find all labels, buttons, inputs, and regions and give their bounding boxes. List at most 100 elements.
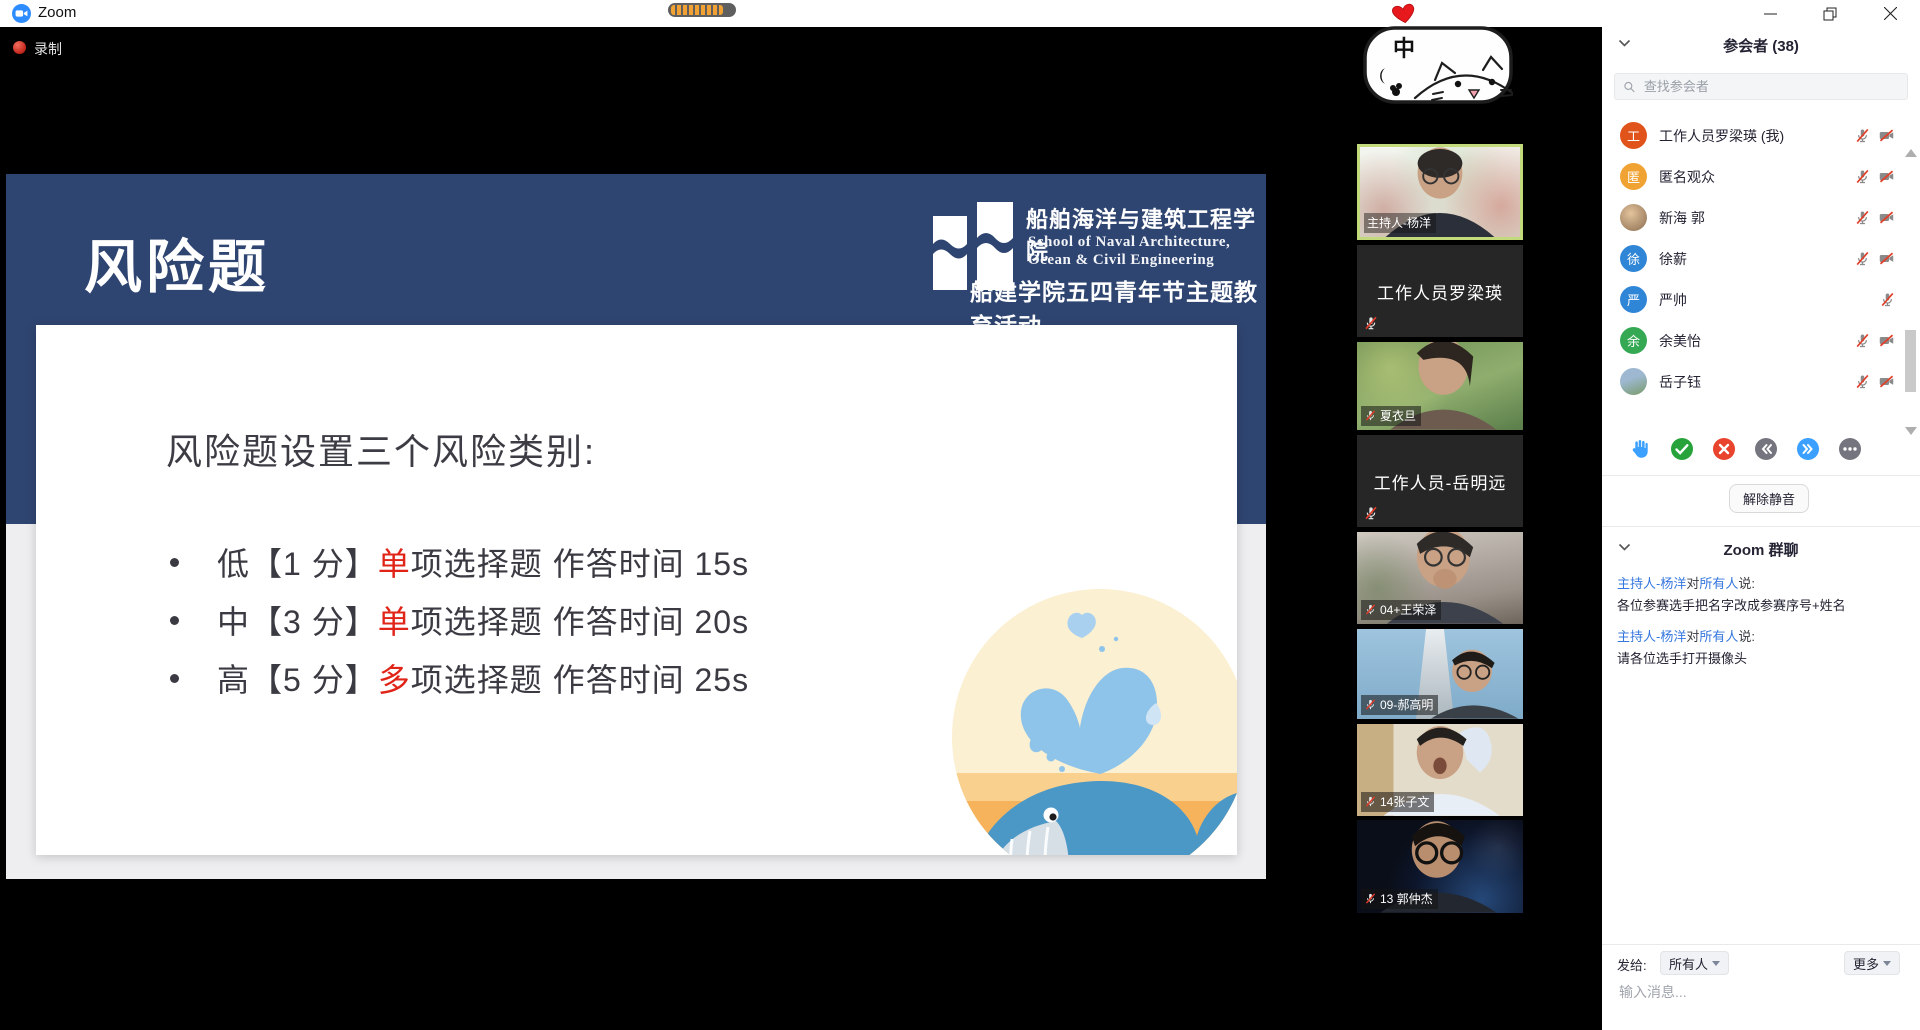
participant-row[interactable]: 新海 郭	[1602, 197, 1902, 238]
search-box[interactable]	[1614, 73, 1908, 100]
send-to-select[interactable]: 所有人	[1660, 951, 1729, 975]
minimize-button[interactable]	[1745, 0, 1795, 27]
no-x-button[interactable]	[1712, 437, 1736, 461]
camera-muted-icon	[1877, 168, 1896, 185]
avatar: 工	[1620, 122, 1647, 149]
restore-button[interactable]	[1805, 0, 1855, 27]
video-label: 04+王荣泽	[1361, 600, 1441, 620]
minimize-icon	[1764, 7, 1777, 20]
scrollbar-thumb[interactable]	[1905, 330, 1916, 392]
video-tile[interactable]: 04+王荣泽	[1357, 532, 1523, 624]
chat-message: 主持人-杨洋对所有人说: 请各位选手打开摄像头	[1617, 628, 1905, 668]
close-icon	[1884, 7, 1897, 20]
sticker-char: 中	[1393, 37, 1415, 62]
scroll-down-icon[interactable]	[1905, 427, 1917, 435]
nonverbal-feedback-row	[1602, 437, 1920, 463]
bullet-dot	[170, 616, 179, 625]
school-name-en-line1: School of Naval Architecture,	[1028, 234, 1230, 251]
cat-sticker: 中	[1363, 26, 1513, 104]
video-label: 09-郝高明	[1361, 695, 1438, 715]
video-tile[interactable]: 09-郝高明	[1357, 629, 1523, 719]
recording-icon	[13, 41, 26, 54]
search-input[interactable]	[1642, 78, 1899, 95]
participant-row[interactable]: 工 工作人员罗梁瑛 (我)	[1602, 115, 1902, 156]
title-bar: Zoom	[0, 0, 1920, 27]
recording-label: 录制	[34, 39, 62, 59]
video-tile[interactable]: 工作人员-岳明远	[1357, 435, 1523, 527]
more-menu-button[interactable]: 更多	[1844, 951, 1900, 975]
mic-muted-icon	[1364, 603, 1377, 616]
video-tile-host[interactable]: 主持人-杨洋	[1357, 144, 1523, 240]
school-name-en-line2: Ocean & Civil Engineering	[1028, 252, 1214, 269]
close-button[interactable]	[1865, 0, 1915, 27]
participant-row[interactable]: 严 严帅	[1602, 279, 1902, 320]
yes-check-button[interactable]	[1670, 437, 1694, 461]
participant-row[interactable]: 余 余美怡	[1602, 320, 1902, 361]
raise-hand-button[interactable]	[1628, 437, 1652, 461]
participant-row[interactable]: 匿 匿名观众	[1602, 156, 1902, 197]
video-label: 夏衣旦	[1361, 406, 1421, 426]
participant-name: 严帅	[1659, 290, 1879, 310]
mic-muted-icon	[1363, 315, 1379, 331]
participant-row[interactable]: 徐 徐薪	[1602, 238, 1902, 279]
chat-message: 主持人-杨洋对所有人说: 各位参赛选手把名字改成参赛序号+姓名	[1617, 575, 1905, 615]
participant-name: 徐薪	[1659, 249, 1854, 269]
slide-content-card: 风险题设置三个风险类别: 低【1 分】单项选择题 作答时间 15s 中【3 分】…	[36, 325, 1237, 855]
chat-message-body: 各位参赛选手把名字改成参赛序号+姓名	[1617, 597, 1905, 615]
chat-message-body: 请各位选手打开摄像头	[1617, 650, 1905, 668]
slide-heading: 风险题设置三个风险类别:	[166, 423, 596, 475]
video-tile[interactable]: 13 郭仲杰	[1357, 820, 1523, 913]
unmute-button[interactable]: 解除静音	[1729, 484, 1809, 513]
send-to-label: 发给:	[1617, 955, 1647, 974]
mic-muted-icon	[1364, 409, 1377, 422]
more-reactions-button[interactable]	[1838, 437, 1862, 461]
shared-screen-slide: 风险题 船舶海洋与建筑工程学院 School of Naval Architec…	[6, 174, 1266, 879]
video-tile[interactable]: 14张子文	[1357, 724, 1523, 816]
bullet-item: 中【3 分】单项选择题 作答时间 20s	[170, 591, 749, 649]
chat-sender-line: 主持人-杨洋对所有人说:	[1617, 628, 1905, 646]
mic-muted-icon	[1364, 698, 1377, 711]
avatar	[1620, 368, 1647, 395]
divider	[1602, 944, 1920, 945]
camera-muted-icon	[1877, 332, 1896, 349]
participant-name: 工作人员罗梁瑛 (我)	[1659, 126, 1854, 146]
mic-muted-icon	[1854, 373, 1871, 390]
camera-muted-icon	[1877, 250, 1896, 267]
participant-row[interactable]: 岳子钰	[1602, 361, 1902, 402]
video-name: 工作人员-岳明远	[1374, 469, 1507, 494]
slower-button[interactable]	[1754, 437, 1778, 461]
participant-name: 匿名观众	[1659, 167, 1854, 187]
mic-muted-icon	[1364, 795, 1377, 808]
avatar: 严	[1620, 286, 1647, 313]
avatar: 余	[1620, 327, 1647, 354]
video-label: 主持人-杨洋	[1364, 213, 1436, 233]
chat-sender-line: 主持人-杨洋对所有人说:	[1617, 575, 1905, 593]
scroll-up-icon[interactable]	[1905, 149, 1917, 157]
bullet-item: 高【5 分】多项选择题 作答时间 25s	[170, 649, 749, 707]
mic-muted-icon	[1363, 505, 1379, 521]
window-title: Zoom	[38, 4, 76, 21]
faster-button[interactable]	[1796, 437, 1820, 461]
video-tile[interactable]: 工作人员罗梁瑛	[1357, 245, 1523, 337]
camera-muted-icon	[1877, 373, 1896, 390]
participants-panel: 参会者 (38) 工 工作人员罗梁瑛 (我) 匿 匿名观众 新海 郭	[1602, 27, 1920, 1030]
mic-muted-icon	[1364, 892, 1377, 905]
participant-scrollbar[interactable]	[1902, 145, 1920, 435]
chat-input[interactable]	[1617, 983, 1901, 1001]
video-label: 14张子文	[1361, 792, 1434, 812]
avatar: 匿	[1620, 163, 1647, 190]
capacity-meter-icon	[668, 3, 736, 17]
video-tile[interactable]: 夏衣旦	[1357, 342, 1523, 430]
mic-muted-icon	[1854, 168, 1871, 185]
whale-illustration	[950, 587, 1237, 855]
mic-muted-icon	[1854, 209, 1871, 226]
mic-muted-icon	[1854, 250, 1871, 267]
bullet-list: 低【1 分】单项选择题 作答时间 15s 中【3 分】单项选择题 作答时间 20…	[170, 533, 749, 707]
zoom-app-icon	[12, 4, 31, 23]
divider	[1602, 475, 1920, 476]
bullet-item: 低【1 分】单项选择题 作答时间 15s	[170, 533, 749, 591]
mic-muted-icon	[1854, 332, 1871, 349]
avatar: 徐	[1620, 245, 1647, 272]
mic-muted-icon	[1879, 291, 1896, 308]
chevron-down-icon	[1712, 961, 1720, 966]
